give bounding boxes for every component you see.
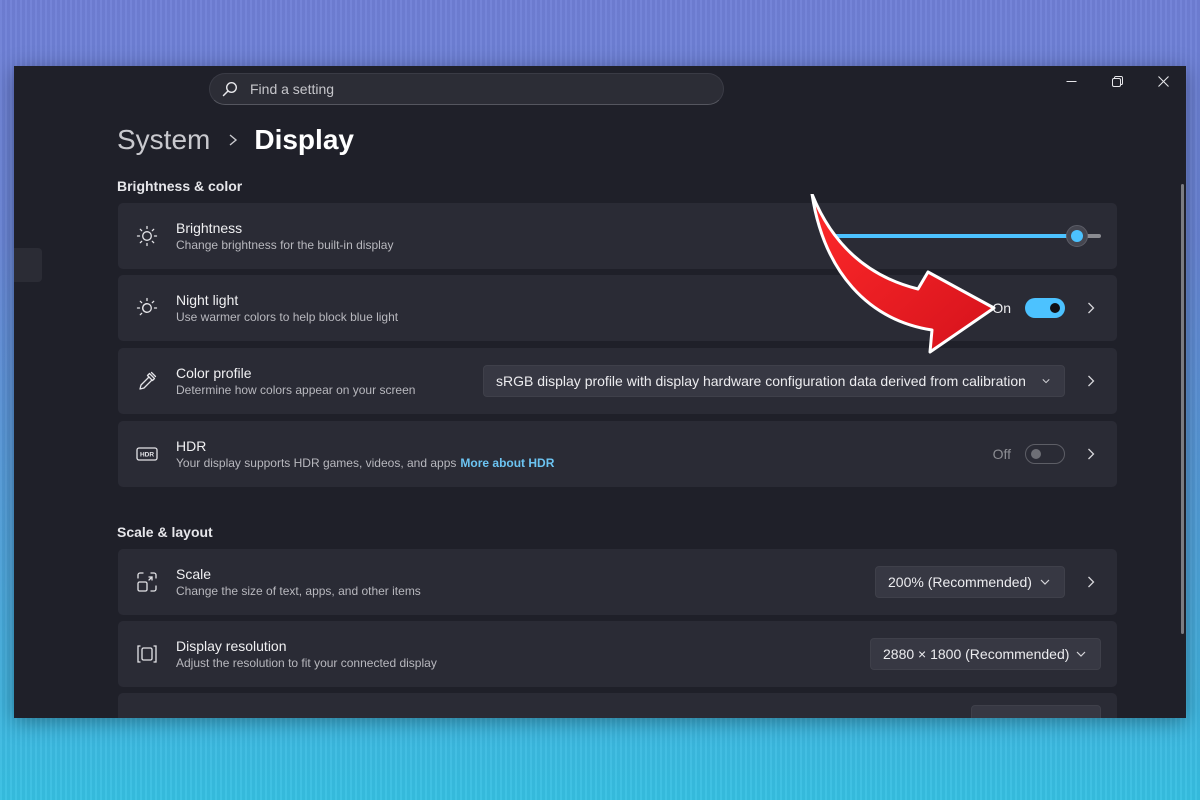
minimize-icon [1066, 80, 1076, 82]
breadcrumb: System Display [117, 124, 354, 156]
hdr-state-label: Off [992, 446, 1011, 462]
hdr-icon: HDR [136, 443, 158, 465]
svg-text:HDR: HDR [140, 452, 154, 459]
chevron-right-icon[interactable] [1081, 371, 1101, 391]
hdr-card[interactable]: HDR HDR Your display supports HDR games,… [118, 421, 1117, 487]
hdr-subtitle: Your display supports HDR games, videos,… [176, 456, 554, 470]
chevron-down-icon [1040, 579, 1050, 585]
display-resolution-card: Display resolution Adjust the resolution… [118, 621, 1117, 687]
section-title-scale-layout: Scale & layout [117, 524, 213, 540]
scale-subtitle: Change the size of text, apps, and other… [176, 584, 421, 598]
chevron-right-icon[interactable] [1081, 444, 1101, 464]
color-profile-selected: sRGB display profile with display hardwa… [496, 373, 1026, 389]
display-resolution-dropdown[interactable]: 2880 × 1800 (Recommended) [870, 638, 1101, 670]
scale-title: Scale [176, 566, 212, 582]
night-light-subtitle: Use warmer colors to help block blue lig… [176, 310, 399, 324]
color-profile-title: Color profile [176, 365, 252, 381]
brightness-subtitle: Change brightness for the built-in displ… [176, 238, 394, 252]
color-profile-dropdown[interactable]: sRGB display profile with display hardwa… [483, 365, 1065, 397]
chevron-right-icon[interactable] [1081, 298, 1101, 318]
close-icon [1157, 75, 1169, 87]
window-controls [1048, 66, 1186, 96]
close-button[interactable] [1140, 66, 1186, 96]
resolution-icon [136, 643, 158, 665]
scale-dropdown[interactable]: 200% (Recommended) [875, 566, 1065, 598]
next-setting-dropdown[interactable] [971, 705, 1101, 718]
minimize-button[interactable] [1048, 66, 1094, 96]
toggle-knob [1031, 449, 1041, 459]
color-profile-subtitle: Determine how colors appear on your scre… [176, 383, 416, 397]
brightness-slider-thumb[interactable] [1065, 225, 1088, 247]
display-resolution-selected: 2880 × 1800 (Recommended) [883, 646, 1070, 662]
toggle-knob [1050, 303, 1060, 313]
restore-button[interactable] [1094, 66, 1140, 96]
page-title: Display [254, 124, 354, 155]
night-light-title: Night light [176, 292, 239, 308]
sidebar-selected-item[interactable] [14, 248, 42, 282]
next-setting-card[interactable] [118, 693, 1117, 718]
settings-window: System Display Brightness & color Bright… [14, 66, 1186, 718]
night-light-icon [136, 297, 158, 319]
display-resolution-title: Display resolution [176, 638, 287, 654]
hdr-subtitle-text: Your display supports HDR games, videos,… [176, 456, 457, 470]
search-icon [222, 81, 238, 97]
annotation-arrow-icon [810, 194, 996, 354]
chevron-down-icon [1042, 379, 1050, 384]
section-title-brightness-color: Brightness & color [117, 178, 243, 194]
breadcrumb-chevron-icon [228, 134, 238, 146]
scrollbar[interactable] [1181, 184, 1184, 634]
scale-icon [136, 571, 158, 593]
chevron-right-icon[interactable] [1081, 572, 1101, 592]
breadcrumb-parent[interactable]: System [117, 124, 210, 156]
restore-icon [1111, 75, 1123, 87]
hdr-title: HDR [176, 438, 207, 454]
eyedropper-icon [136, 370, 158, 392]
chevron-down-icon [1076, 651, 1086, 657]
hdr-toggle[interactable] [1025, 444, 1065, 464]
scale-card[interactable]: Scale Change the size of text, apps, and… [118, 549, 1117, 615]
brightness-title: Brightness [176, 220, 243, 236]
display-resolution-subtitle: Adjust the resolution to fit your connec… [176, 656, 437, 670]
sun-icon [136, 225, 158, 247]
more-about-hdr-link[interactable]: More about HDR [460, 456, 554, 470]
search-input[interactable] [250, 81, 690, 97]
search-box[interactable] [209, 73, 724, 105]
scale-selected: 200% (Recommended) [888, 574, 1032, 590]
color-profile-card[interactable]: Color profile Determine how colors appea… [118, 348, 1117, 414]
